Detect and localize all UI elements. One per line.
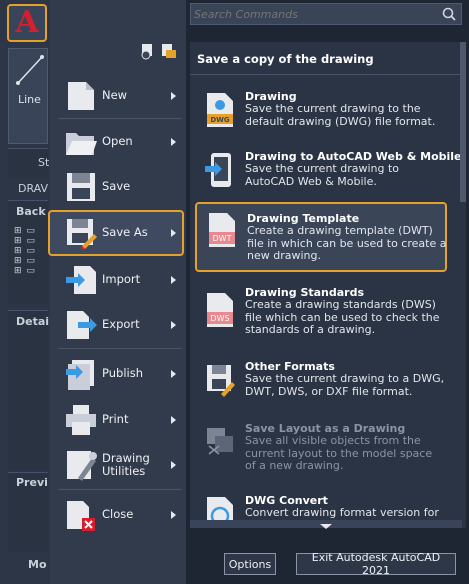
scroll-down-arrow-icon[interactable] [190, 522, 462, 530]
recent-open-icons [140, 42, 180, 63]
chevron-right-icon [171, 416, 176, 424]
option-drawing-desc: Save the current drawing to the default … [245, 102, 436, 128]
option-other-formats[interactable]: Other Formats Save the current drawing t… [195, 360, 447, 404]
menu-divider [58, 348, 182, 349]
menu-drawing-utilities-label: Drawing Utilities [102, 450, 150, 478]
option-dwg-convert-desc: Convert drawing format version for [245, 506, 439, 519]
dws-badge: DWS [210, 314, 229, 323]
dwt-file-icon: DWT [209, 213, 235, 247]
menu-print-label: Print [102, 412, 129, 427]
dwg-file-icon: DWG [207, 93, 233, 127]
bg-label-preview: Previ [16, 476, 48, 489]
search-commands[interactable] [190, 3, 462, 25]
menu-publish-label: Publish [102, 366, 143, 381]
recent-documents-icon [141, 44, 152, 60]
bg-label-details: Detai [16, 315, 50, 328]
line-tool-label: Line [18, 93, 41, 106]
menu-drawing-utilities[interactable]: Drawing Utilities [58, 443, 182, 487]
line-icon [16, 55, 44, 85]
new-document-icon [68, 82, 94, 110]
option-web-mobile-desc: Save the current drawing to AutoCAD Web … [245, 162, 400, 188]
menu-save-label: Save [102, 179, 131, 194]
options-button[interactable]: Options [224, 553, 276, 575]
menu-close[interactable]: Close [58, 493, 182, 537]
save-as-icon [67, 219, 97, 250]
open-folder-icon [66, 133, 97, 155]
chevron-right-icon [171, 321, 176, 329]
menu-save-as-label: Save As [102, 225, 148, 240]
option-drawing-template[interactable]: DWT Drawing Template Create a drawing te… [195, 202, 447, 272]
other-formats-icon [207, 365, 235, 397]
scrollbar-thumb[interactable] [460, 42, 466, 202]
menu-save-as[interactable]: Save As [48, 210, 184, 256]
dwg-badge: DWG [210, 116, 230, 124]
autocad-logo-icon: A [15, 5, 39, 40]
submenu-scrollbar[interactable] [460, 42, 466, 528]
chevron-right-icon [171, 461, 176, 469]
floppy-disk-icon [67, 173, 95, 201]
menu-new[interactable]: New [58, 74, 182, 118]
search-input[interactable] [191, 4, 431, 24]
menu-export[interactable]: Export [58, 303, 182, 347]
menu-new-label: New [102, 88, 128, 103]
option-drawing-standards[interactable]: DWS Drawing Standards Create a drawing s… [195, 286, 447, 342]
menu-divider [58, 118, 182, 119]
bg-label-back: Back [16, 205, 46, 218]
close-document-icon [67, 501, 95, 531]
publish-icon [66, 360, 94, 390]
menu-footer: Options Exit Autodesk AutoCAD 2021 [190, 540, 462, 584]
printer-icon [66, 405, 96, 435]
chevron-right-icon [171, 229, 176, 237]
menu-divider [58, 489, 182, 490]
save-as-submenu: Save a copy of the drawing DWG Drawing S… [190, 42, 462, 528]
dws-file-icon: DWS [207, 293, 233, 327]
option-other-formats-desc: Save the current drawing to a DWG, DWT, … [245, 372, 445, 398]
option-drawing-standards-desc: Create a drawing standards (DWS) file wh… [245, 298, 440, 336]
bg-label-st: St [38, 156, 50, 169]
option-save-layout[interactable]: Save Layout as a Drawing Save all visibl… [195, 422, 447, 478]
bg-tree: ⊞ ▭ ⊞ ▭ ⊞ ▭ ⊞ ▭ ⊞ ▭ [14, 226, 36, 276]
search-icon[interactable] [442, 7, 456, 21]
chevron-right-icon [171, 92, 176, 100]
menu-open[interactable]: Open [58, 120, 182, 164]
menu-publish[interactable]: Publish [58, 352, 182, 396]
chevron-right-icon [171, 370, 176, 378]
import-icon [66, 266, 96, 294]
open-documents-icon [162, 44, 176, 58]
menu-import[interactable]: Import [58, 258, 182, 302]
option-save-layout-desc: Save all visible objects from the curren… [245, 434, 433, 472]
drawing-utilities-icon [67, 451, 97, 481]
bg-label-drawing: DRAV [18, 182, 49, 195]
background-panel [8, 310, 48, 470]
submenu-title: Save a copy of the drawing [197, 52, 374, 66]
menu-open-label: Open [102, 134, 133, 149]
chevron-right-icon [171, 138, 176, 146]
bg-label-model: Mo [28, 558, 47, 571]
exit-autocad-button[interactable]: Exit Autodesk AutoCAD 2021 [296, 551, 456, 577]
line-tool-button[interactable]: Line [8, 48, 48, 144]
export-icon [67, 311, 97, 339]
menu-import-label: Import [102, 272, 141, 287]
chevron-right-icon [171, 276, 176, 284]
chevron-right-icon [171, 511, 176, 519]
option-drawing[interactable]: DWG Drawing Save the current drawing to … [195, 90, 447, 134]
submenu-scroll-down[interactable] [190, 520, 462, 530]
menu-save[interactable]: Save [58, 165, 182, 209]
application-menu-button[interactable]: A [7, 4, 47, 42]
menu-export-label: Export [102, 317, 140, 332]
menu-print[interactable]: Print [58, 398, 182, 442]
dwt-badge: DWT [213, 234, 232, 243]
submenu-divider [190, 74, 462, 75]
option-web-mobile[interactable]: Drawing to AutoCAD Web & Mobile Save the… [195, 150, 462, 194]
option-drawing-template-desc: Create a drawing template (DWT) file in … [247, 224, 447, 262]
web-mobile-icon [205, 153, 231, 187]
menu-close-label: Close [102, 507, 134, 522]
save-layout-icon [207, 428, 233, 455]
